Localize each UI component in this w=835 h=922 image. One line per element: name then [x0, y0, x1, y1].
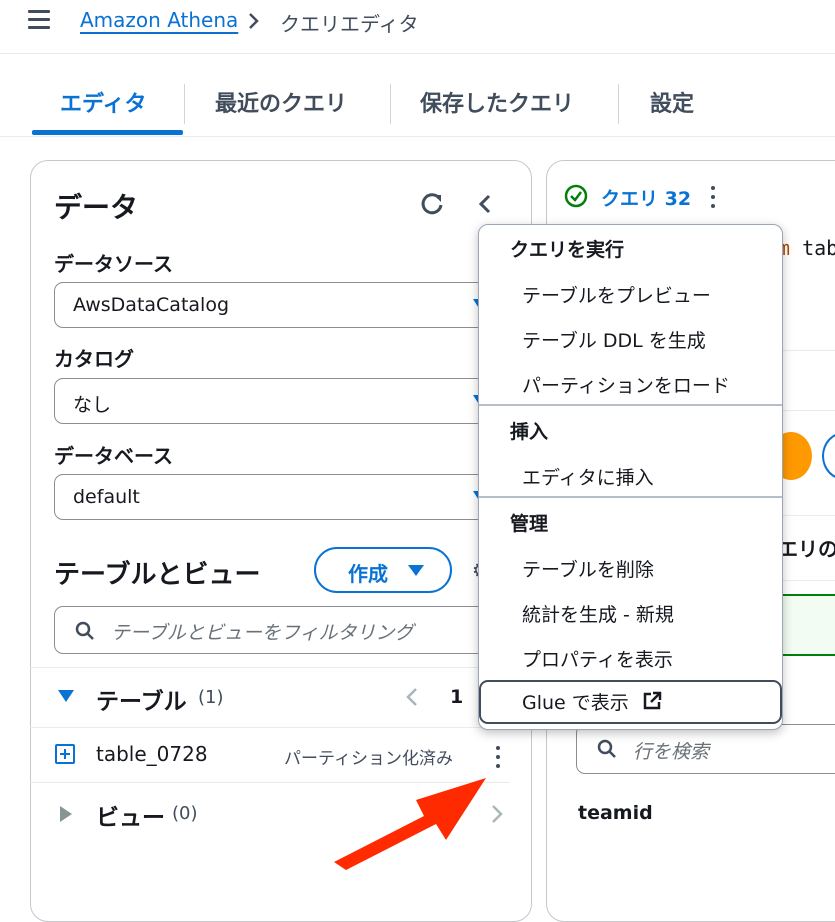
search-icon — [75, 621, 94, 640]
menu-group-manage: 管理 — [510, 513, 549, 535]
expand-views-icon[interactable] — [60, 806, 72, 822]
menu-divider — [479, 496, 782, 498]
tab-divider — [390, 84, 391, 124]
database-value: default — [73, 486, 140, 508]
tables-section-title[interactable]: テーブル — [96, 682, 187, 716]
divider — [30, 727, 510, 728]
external-link-icon — [643, 691, 662, 710]
views-section-title[interactable]: ビュー — [96, 798, 165, 832]
menu-divider — [479, 404, 782, 406]
caret-down-icon — [408, 565, 424, 576]
insert-table-icon[interactable] — [55, 744, 75, 764]
table-filter-input[interactable]: テーブルとビューをフィルタリング — [54, 606, 504, 654]
row-search-placeholder: 行を検索 — [633, 741, 710, 763]
tab-recent-queries[interactable]: 最近のクエリ — [215, 86, 347, 118]
menu-item-load-partitions[interactable]: パーティションをロード — [522, 371, 730, 398]
header-divider — [0, 53, 835, 54]
menu-icon[interactable] — [28, 10, 50, 30]
more-actions-icon[interactable] — [495, 744, 501, 770]
collapse-panel-icon[interactable] — [474, 192, 496, 216]
annotation-arrow — [334, 778, 486, 870]
menu-item-view-properties[interactable]: プロパティを表示 — [522, 645, 673, 672]
menu-item-insert-into-editor[interactable]: エディタに挿入 — [522, 463, 654, 490]
tab-settings[interactable]: 設定 — [650, 86, 694, 118]
table-name[interactable]: table_0728 — [96, 742, 208, 766]
tab-divider — [618, 84, 619, 124]
datasource-label: データソース — [54, 252, 173, 276]
catalog-select[interactable]: なし — [54, 378, 514, 424]
tab-divider — [184, 84, 185, 124]
create-button-label: 作成 — [348, 562, 388, 586]
tabs-divider — [0, 136, 835, 137]
chevron-right-icon — [249, 13, 259, 29]
expand-tables-icon[interactable] — [58, 690, 74, 702]
page-number[interactable]: 1 — [450, 686, 463, 708]
tables-views-title: テーブルとビュー — [54, 560, 261, 590]
tab-editor[interactable]: エディタ — [60, 86, 146, 118]
datasource-select[interactable]: AwsDataCatalog — [54, 282, 514, 328]
menu-item-generate-statistics[interactable]: 統計を生成 - 新規 — [522, 600, 674, 627]
row-search-input[interactable]: 行を検索 — [576, 724, 835, 774]
catalog-label: カタログ — [54, 347, 134, 371]
divider — [30, 667, 510, 668]
breadcrumb-current: クエリエディタ — [280, 12, 419, 36]
tab-saved-queries[interactable]: 保存したクエリ — [420, 86, 574, 118]
success-banner — [778, 594, 835, 656]
breadcrumb-link-athena[interactable]: Amazon Athena — [80, 8, 238, 32]
query-code[interactable]: m tab — [778, 236, 835, 260]
database-label: データベース — [54, 444, 173, 468]
active-tab-indicator — [32, 130, 183, 135]
database-select[interactable]: default — [54, 474, 514, 520]
views-count: (0) — [172, 803, 198, 824]
tables-count: (1) — [198, 687, 224, 708]
menu-group-insert: 挿入 — [510, 421, 549, 443]
menu-item-generate-ddl[interactable]: テーブル DDL を生成 — [522, 326, 706, 353]
success-check-icon — [564, 184, 588, 208]
query-tab[interactable]: クエリ 32 — [601, 184, 691, 211]
partitioned-badge: パーティション化済み — [284, 749, 453, 769]
menu-item-view-in-glue-label: Glue で表示 — [522, 692, 629, 714]
filter-placeholder: テーブルとビューをフィルタリング — [111, 622, 414, 644]
previous-page-icon[interactable] — [404, 685, 420, 709]
menu-item-preview-table[interactable]: テーブルをプレビュー — [522, 281, 711, 308]
data-panel-title: データ — [54, 191, 139, 224]
catalog-value: なし — [73, 394, 112, 416]
datasource-value: AwsDataCatalog — [73, 294, 229, 316]
query-tab-options-icon[interactable] — [710, 184, 716, 210]
column-header[interactable]: teamid — [578, 802, 653, 824]
menu-group-run-query: クエリを実行 — [510, 239, 625, 261]
create-button[interactable]: 作成 — [314, 547, 452, 593]
refresh-icon[interactable] — [418, 190, 446, 218]
menu-item-delete-table[interactable]: テーブルを削除 — [522, 555, 654, 582]
search-icon — [597, 739, 616, 758]
query-results-title: エリの — [778, 537, 835, 561]
